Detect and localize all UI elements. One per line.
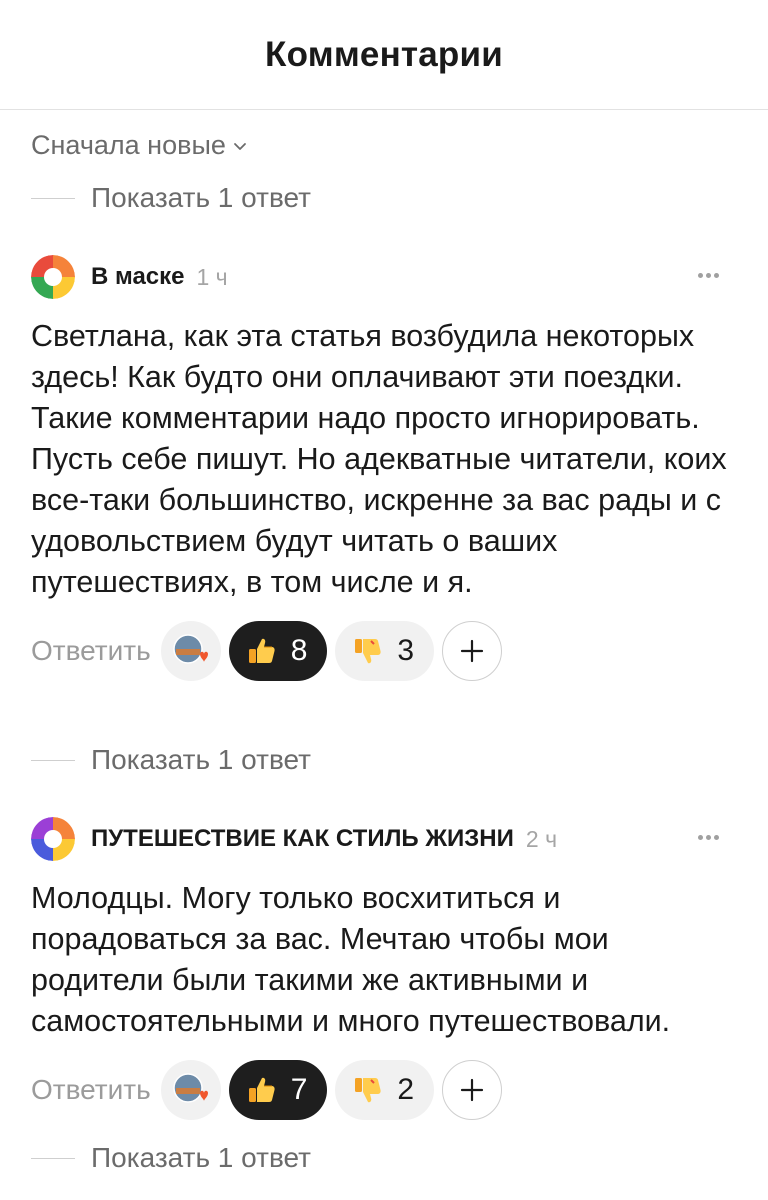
reactor-avatar-icon: [172, 634, 208, 664]
thumbs-up-icon: [248, 638, 275, 663]
reactors-avatar[interactable]: [160, 1060, 221, 1120]
add-reaction-button[interactable]: [442, 621, 503, 681]
show-replies-label: Показать 1 ответ: [91, 182, 311, 213]
show-replies-label: Показать 1 ответ: [91, 1142, 311, 1173]
like-count: 8: [290, 634, 308, 667]
comment-author[interactable]: ПУТЕШЕСТВИЕ КАК СТИЛЬ ЖИЗНИ: [91, 825, 514, 853]
reactors-avatar[interactable]: [160, 621, 221, 681]
header: Комментарии: [0, 0, 768, 110]
chevron-down-icon: [233, 142, 246, 150]
sort-dropdown[interactable]: Сначала новые: [31, 130, 248, 161]
plus-icon: [460, 1078, 484, 1102]
reactor-avatar-icon: [172, 1073, 208, 1103]
show-replies-button[interactable]: Показать 1 ответ: [31, 1142, 311, 1174]
divider-line: [31, 1157, 75, 1159]
more-dots-icon[interactable]: [695, 262, 721, 288]
comment-text: Молодцы. Могу только восхититься и порад…: [31, 881, 671, 1038]
dislike-button[interactable]: 3: [335, 621, 435, 681]
comment-time: 1 ч: [196, 263, 228, 290]
sort-label: Сначала новые: [31, 130, 226, 160]
comment-header: ПУТЕШЕСТВИЕ КАК СТИЛЬ ЖИЗНИ 2 ч: [31, 814, 741, 864]
divider-line: [31, 197, 75, 199]
thumbs-down-icon: [355, 639, 382, 664]
heart-icon: [199, 651, 208, 662]
heart-icon: [199, 1090, 208, 1101]
thumbs-up-icon: [248, 1077, 275, 1102]
comment-header: В маске 1 ч: [31, 252, 741, 302]
page-title: Комментарии: [265, 34, 503, 74]
like-count: 7: [290, 1073, 308, 1106]
plus-icon: [460, 639, 484, 663]
dislike-button[interactable]: 2: [335, 1060, 435, 1120]
reply-button[interactable]: Ответить: [31, 1074, 151, 1106]
like-button[interactable]: 7: [228, 1060, 328, 1120]
add-reaction-button[interactable]: [442, 1060, 503, 1120]
comment-actions: Ответить 7 2: [31, 1060, 741, 1120]
comment: В маске 1 ч Светлана, как эта статья воз…: [31, 252, 741, 681]
like-button[interactable]: 8: [228, 621, 328, 681]
avatar[interactable]: [31, 817, 75, 861]
comment-text: Светлана, как эта статья возбудила некот…: [31, 319, 727, 599]
show-replies-label: Показать 1 ответ: [91, 744, 311, 775]
dislike-count: 2: [397, 1073, 415, 1106]
dislike-count: 3: [397, 634, 415, 667]
thumbs-down-icon: [355, 1078, 382, 1103]
show-replies-button[interactable]: Показать 1 ответ: [31, 744, 311, 776]
comment: ПУТЕШЕСТВИЕ КАК СТИЛЬ ЖИЗНИ 2 ч Молодцы.…: [31, 814, 741, 1120]
reply-button[interactable]: Ответить: [31, 635, 151, 667]
avatar[interactable]: [31, 255, 75, 299]
more-dots-icon[interactable]: [695, 824, 721, 850]
comment-actions: Ответить 8 3: [31, 621, 741, 681]
divider-line: [31, 759, 75, 761]
comment-author[interactable]: В маске: [91, 263, 185, 291]
comment-time: 2 ч: [525, 825, 558, 852]
show-replies-button[interactable]: Показать 1 ответ: [31, 182, 311, 214]
